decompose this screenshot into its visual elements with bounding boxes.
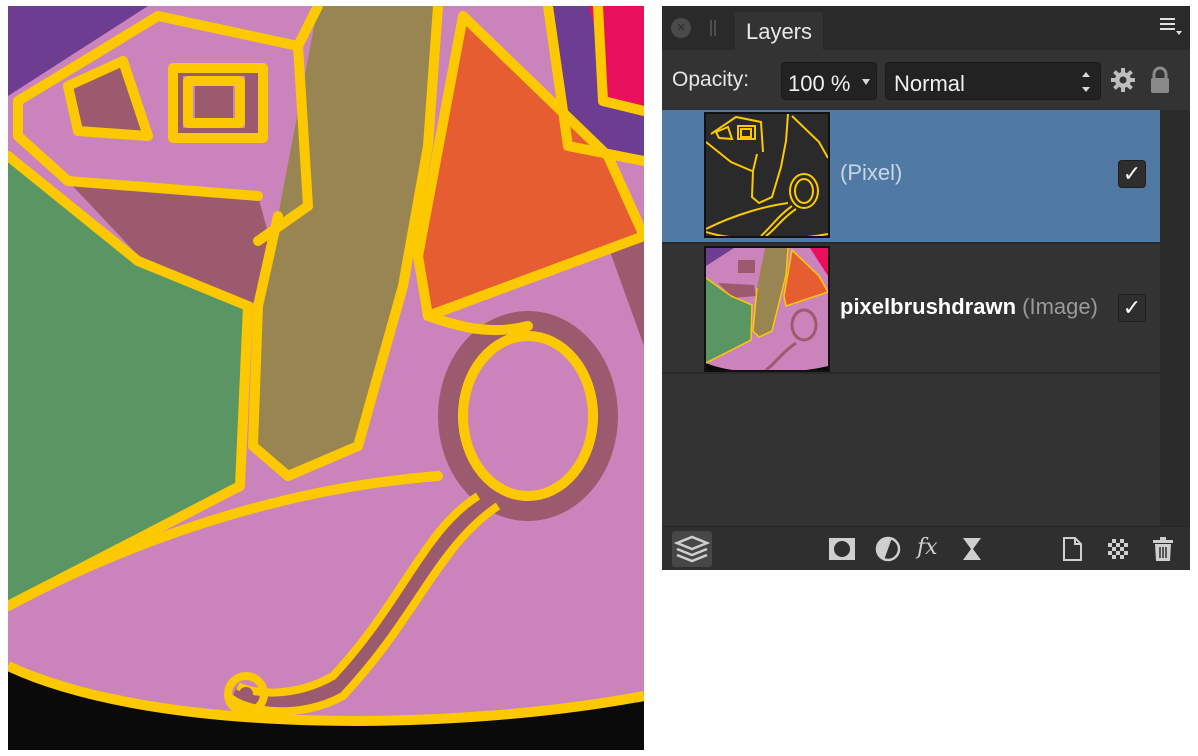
mask-icon[interactable]: [828, 535, 856, 563]
layer-visibility-checkbox[interactable]: ✓: [1118, 294, 1146, 322]
layer-type-label: (Pixel): [840, 160, 903, 185]
tab-layers[interactable]: Layers: [735, 12, 823, 50]
panel-grip-handle[interactable]: [710, 20, 716, 36]
layer-row[interactable]: pixelbrushdrawn (Image) ✓: [662, 242, 1160, 374]
blend-mode-select[interactable]: Normal: [885, 62, 1101, 100]
tab-layers-label: Layers: [745, 19, 813, 44]
trash-icon[interactable]: [1149, 535, 1177, 563]
gear-icon[interactable]: [1110, 67, 1136, 93]
layers-panel: × Layers Opacity: 100 % Normal (Pixel) ✓…: [662, 6, 1190, 570]
panel-tab-bar: × Layers: [662, 6, 1190, 50]
layer-thumbnail: [704, 246, 830, 372]
opacity-value: 100 %: [788, 71, 850, 96]
fx-icon[interactable]: fx: [917, 535, 938, 560]
blend-mode-value: Normal: [894, 71, 965, 96]
opacity-label: Opacity:: [672, 68, 750, 91]
stepper-arrows-icon: [1082, 72, 1090, 92]
panel-menu-icon[interactable]: [1160, 18, 1182, 38]
layers-stack-icon[interactable]: [672, 531, 712, 567]
checker-icon[interactable]: [1104, 535, 1132, 563]
layer-thumbnail: [704, 112, 830, 238]
layer-options-bar: Opacity: 100 % Normal: [662, 50, 1190, 110]
chevron-down-icon[interactable]: [862, 79, 870, 85]
checkmark-icon: ✓: [1122, 295, 1142, 320]
hourglass-icon[interactable]: [958, 535, 986, 563]
layers-scrollbar[interactable]: [1160, 110, 1190, 526]
opacity-input[interactable]: 100 %: [781, 62, 877, 100]
layer-type-label: (Image): [1016, 294, 1098, 319]
pixel-artwork: [8, 6, 644, 750]
layer-name[interactable]: pixelbrushdrawn (Image): [840, 294, 1104, 324]
layer-name[interactable]: (Pixel): [840, 160, 1104, 190]
layer-visibility-checkbox[interactable]: ✓: [1118, 160, 1146, 188]
layer-name-text: pixelbrushdrawn: [840, 294, 1017, 319]
new-document-icon[interactable]: [1058, 535, 1086, 563]
layers-toolbar: fx: [662, 526, 1190, 570]
layer-row[interactable]: (Pixel) ✓: [662, 110, 1160, 242]
checkmark-icon: ✓: [1122, 161, 1142, 186]
adjustment-icon[interactable]: [874, 535, 902, 563]
layers-list: (Pixel) ✓ pixelbrushdrawn (Image) ✓: [662, 110, 1160, 526]
close-icon[interactable]: ×: [671, 18, 691, 38]
document-canvas[interactable]: [8, 6, 644, 750]
lock-icon[interactable]: [1149, 66, 1171, 94]
